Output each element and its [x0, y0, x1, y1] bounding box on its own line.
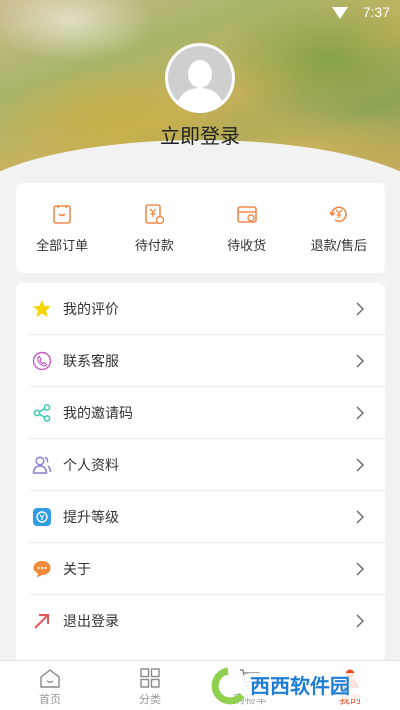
refund-icon [329, 206, 347, 223]
chevron-right-icon [356, 406, 364, 420]
upgrade-icon [33, 508, 51, 526]
chevron-right-icon [356, 354, 364, 368]
tab-profile[interactable]: 我的 [300, 661, 400, 710]
menu-item-label: 退出登录 [63, 614, 119, 630]
menu-item-about[interactable]: 关于 [16, 543, 385, 595]
tab-label: 购物车 [233, 693, 267, 706]
menu-item-label: 我的邀请码 [63, 406, 133, 422]
menu-item-label: 关于 [63, 562, 91, 578]
menu-item-customer-service[interactable]: 联系客服 [16, 335, 385, 387]
menu-item-profile-info[interactable]: 个人资料 [16, 439, 385, 491]
logout-arrow-icon [34, 614, 49, 629]
tab-label: 我的 [339, 693, 361, 706]
menu-item-reviews[interactable]: 我的评价 [16, 283, 385, 335]
menu-item-logout[interactable]: 退出登录 [16, 595, 385, 647]
chevron-right-icon [356, 458, 364, 472]
chevron-right-icon [356, 614, 364, 628]
order-all-button[interactable]: 全部订单 [16, 183, 108, 273]
login-button[interactable]: 立即登录 [0, 120, 400, 149]
chevron-right-icon [356, 510, 364, 524]
orders-panel: 全部订单 待付款 待收货 退款/售后 [16, 183, 385, 273]
tab-category[interactable]: 分类 [100, 661, 200, 710]
user-icon [32, 456, 52, 474]
category-icon [140, 668, 160, 688]
order-pending-delivery-label: 待收货 [227, 239, 267, 254]
chevron-right-icon [356, 562, 364, 576]
order-all-label: 全部订单 [36, 239, 89, 254]
home-icon [40, 669, 60, 688]
menu-item-label: 我的评价 [63, 302, 119, 318]
order-refund-button[interactable]: 退款/售后 [293, 183, 385, 273]
bottom-tab-bar: 首页 分类 购物车 我的 [0, 660, 400, 710]
wifi-icon [332, 7, 348, 19]
delivery-pending-icon [236, 206, 257, 223]
order-pending-payment-button[interactable]: 待付款 [108, 183, 200, 273]
chat-icon [33, 561, 51, 578]
profile-icon [341, 669, 359, 688]
phone-icon [32, 351, 52, 371]
status-bar: 7:37 [0, 0, 400, 26]
settings-menu: 我的评价 联系客服 我的邀请码 个人资料 提升等级 关于 退出登录 [16, 283, 385, 663]
order-pending-payment-label: 待付款 [134, 239, 174, 254]
cart-icon [240, 669, 260, 688]
tab-label: 首页 [39, 693, 61, 706]
menu-item-label: 个人资料 [63, 458, 119, 474]
payment-pending-icon [145, 204, 165, 225]
default-avatar-icon [168, 46, 232, 110]
status-time: 7:37 [362, 4, 390, 20]
menu-item-upgrade-level[interactable]: 提升等级 [16, 491, 385, 543]
order-list-icon [53, 205, 71, 224]
menu-item-label: 提升等级 [63, 510, 119, 526]
tab-cart[interactable]: 购物车 [200, 661, 300, 710]
tab-home[interactable]: 首页 [0, 661, 100, 710]
tab-label: 分类 [139, 693, 161, 706]
avatar[interactable] [165, 43, 235, 113]
order-refund-label: 退款/售后 [310, 239, 368, 254]
menu-item-invite-code[interactable]: 我的邀请码 [16, 387, 385, 439]
star-icon [33, 300, 51, 317]
share-icon [33, 404, 51, 422]
chevron-right-icon [356, 302, 364, 316]
order-pending-delivery-button[interactable]: 待收货 [201, 183, 293, 273]
menu-item-label: 联系客服 [63, 354, 119, 370]
